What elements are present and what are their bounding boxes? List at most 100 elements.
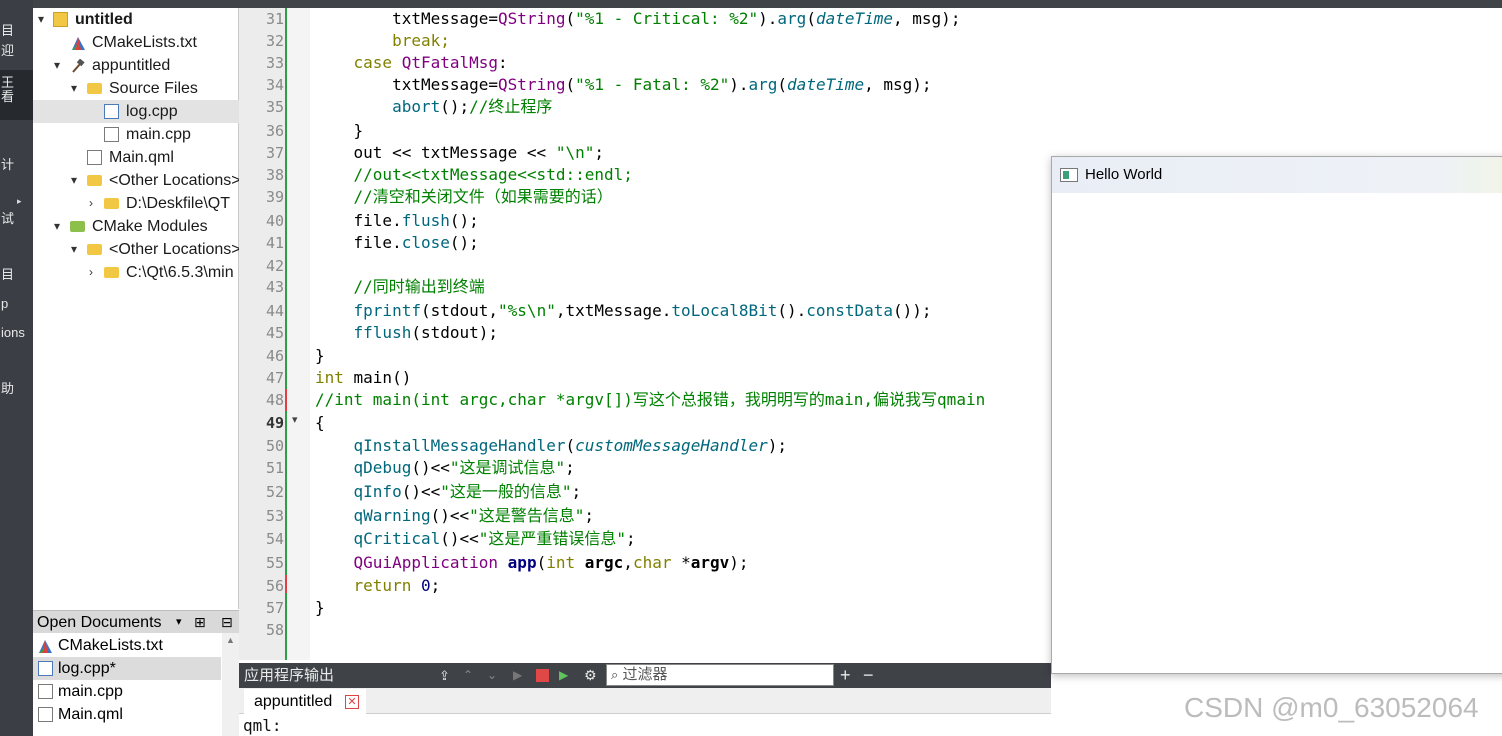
mode-extensions-p[interactable]: p [0, 297, 33, 311]
window-title: Hello World [1085, 166, 1163, 183]
tree-item-label: Source Files [109, 80, 198, 97]
attach-icon[interactable]: ⇪ [439, 663, 450, 688]
code-line-47: int main() [315, 368, 412, 387]
debug-run-icon[interactable]: ▶ [559, 663, 568, 688]
code-line-39: //清空和关闭文件（如果需要的话） [315, 187, 613, 206]
split-icon[interactable]: ⊞ [194, 611, 206, 634]
filter-input[interactable]: ⌕ 过滤器 [606, 664, 834, 686]
line-number: 48 [265, 391, 284, 409]
mode-help[interactable]: 助 [0, 382, 33, 396]
line-number: 34 [265, 76, 284, 94]
open-doc-log-cpp[interactable]: log.cpp* [33, 657, 221, 680]
tree-item-label: Main.qml [109, 149, 174, 166]
output-tab-appuntitled[interactable]: appuntitled ✕ [244, 689, 366, 715]
line-number: 43 [265, 278, 284, 296]
hello-world-titlebar[interactable]: Hello World [1052, 157, 1502, 193]
folder-icon [104, 267, 119, 278]
line-number: 47 [265, 369, 284, 387]
tree-item-cmakelists[interactable]: CMakeLists.txt [33, 31, 239, 54]
tree-item-cmake-modules[interactable]: ▾ CMake Modules [33, 215, 239, 238]
code-line-46: } [315, 346, 325, 365]
project-tree[interactable]: ▾ untitled CMakeLists.txt ▾ appuntitled … [33, 8, 239, 609]
output-tab-label: appuntitled [254, 693, 333, 710]
line-number: 55 [265, 554, 284, 572]
mode-debug[interactable]: 试 [0, 212, 33, 226]
tree-item-other-locations-2[interactable]: ▾ <Other Locations> [33, 238, 239, 261]
tree-item-deskfile-qt[interactable]: › D:\Deskfile\QT [33, 192, 239, 215]
mode-welcome-2[interactable]: 迎 [0, 44, 33, 58]
close-pane-icon[interactable]: ⊟ [221, 611, 233, 634]
expand-arrow-icon[interactable]: ▾ [68, 77, 80, 100]
open-documents-scrollbar[interactable]: ▲ [222, 633, 239, 736]
mode-edit-label: 王 [1, 75, 15, 90]
tree-item-main-qml[interactable]: Main.qml [33, 146, 239, 169]
open-doc-cmakelists[interactable]: CMakeLists.txt [33, 634, 221, 657]
code-line-37: out << txtMessage << "\n"; [315, 143, 604, 162]
tree-item-other-locations[interactable]: ▾ <Other Locations> [33, 169, 239, 192]
qml-file-icon [87, 150, 102, 165]
code-line-35: abort();//终止程序 [392, 97, 553, 116]
cpp-file-icon [104, 104, 119, 119]
output-pane-title: 应用程序输出 [244, 667, 335, 684]
minimize-icon[interactable]: − [863, 663, 874, 688]
current-line-number: 49 [265, 414, 284, 432]
code-line-41: file.close(); [315, 233, 479, 252]
scroll-down-icon[interactable]: ⌄ [487, 663, 497, 688]
open-doc-label: Main.qml [58, 706, 123, 723]
tree-item-untitled[interactable]: ▾ untitled [33, 8, 239, 31]
code-line-31: txtMessage=QString("%1 - Critical: %2").… [315, 9, 961, 28]
line-number: 54 [265, 530, 284, 548]
code-line-49: { [315, 413, 325, 432]
scroll-up-icon[interactable]: ▲ [226, 635, 235, 645]
mode-welcome[interactable]: 目 [0, 24, 33, 38]
line-number: 50 [265, 437, 284, 455]
close-tab-icon[interactable]: ✕ [345, 695, 359, 709]
tree-item-source-files[interactable]: ▾ Source Files [33, 77, 239, 100]
cpp-file-icon [104, 127, 119, 142]
open-doc-label: CMakeLists.txt [58, 637, 163, 654]
mode-projects[interactable]: 目 [0, 268, 33, 282]
expand-arrow-icon[interactable]: ▾ [68, 169, 80, 192]
open-doc-main-cpp[interactable]: main.cpp [33, 680, 221, 703]
scroll-up-icon[interactable]: ⌃ [463, 663, 473, 688]
line-number: 45 [265, 324, 284, 342]
code-line-52: qInfo()<<"这是一般的信息"; [353, 482, 582, 501]
mode-design[interactable]: 计 [0, 158, 33, 172]
collapse-arrow-icon[interactable]: › [85, 261, 97, 284]
tree-item-log-cpp[interactable]: log.cpp [33, 100, 239, 123]
tree-item-label: main.cpp [126, 126, 191, 143]
tree-item-qt-min[interactable]: › C:\Qt\6.5.3\min [33, 261, 239, 284]
line-number: 57 [265, 599, 284, 617]
open-doc-main-qml[interactable]: Main.qml [33, 703, 221, 726]
code-line-38: //out<<txtMessage<<std::endl; [315, 165, 633, 184]
line-number: 46 [265, 347, 284, 365]
code-line-33: case QtFatalMsg: [315, 53, 508, 72]
open-doc-label: main.cpp [58, 683, 123, 700]
run-icon[interactable]: ▶ [513, 663, 522, 688]
expand-arrow-icon[interactable]: ▾ [51, 215, 63, 238]
dropdown-arrow-icon[interactable]: ▾ [176, 611, 182, 634]
mode-extensions[interactable]: ions [0, 326, 33, 340]
add-icon[interactable]: + [840, 663, 851, 688]
fold-arrow-icon[interactable]: ▾ [292, 413, 298, 426]
expand-arrow-icon[interactable]: ▾ [35, 8, 47, 31]
code-line-45: fflush(stdout); [353, 323, 499, 342]
hello-world-window[interactable] [1051, 156, 1502, 674]
tree-item-label: C:\Qt\6.5.3\min [126, 264, 234, 281]
cpp-file-icon [38, 684, 53, 699]
expand-arrow-icon[interactable]: ▾ [51, 54, 63, 77]
mode-edit[interactable]: 王看 [0, 70, 33, 120]
stop-icon[interactable] [536, 669, 549, 682]
expand-arrow-icon[interactable]: ▾ [68, 238, 80, 261]
mode-edit-label-2: 看 [1, 89, 15, 104]
filter-placeholder: 过滤器 [622, 666, 668, 683]
cmake-file-icon [38, 638, 53, 653]
tree-item-appuntitled[interactable]: ▾ appuntitled [33, 54, 239, 77]
folder-icon [104, 198, 119, 209]
mode-arrow-icon: ▸ [17, 196, 22, 206]
settings-gear-icon[interactable]: ⚙ [584, 663, 597, 688]
open-documents-title: Open Documents [37, 614, 162, 631]
tree-item-main-cpp[interactable]: main.cpp [33, 123, 239, 146]
open-documents-list[interactable]: CMakeLists.txt log.cpp* main.cpp Main.qm… [33, 633, 239, 736]
collapse-arrow-icon[interactable]: › [85, 192, 97, 215]
